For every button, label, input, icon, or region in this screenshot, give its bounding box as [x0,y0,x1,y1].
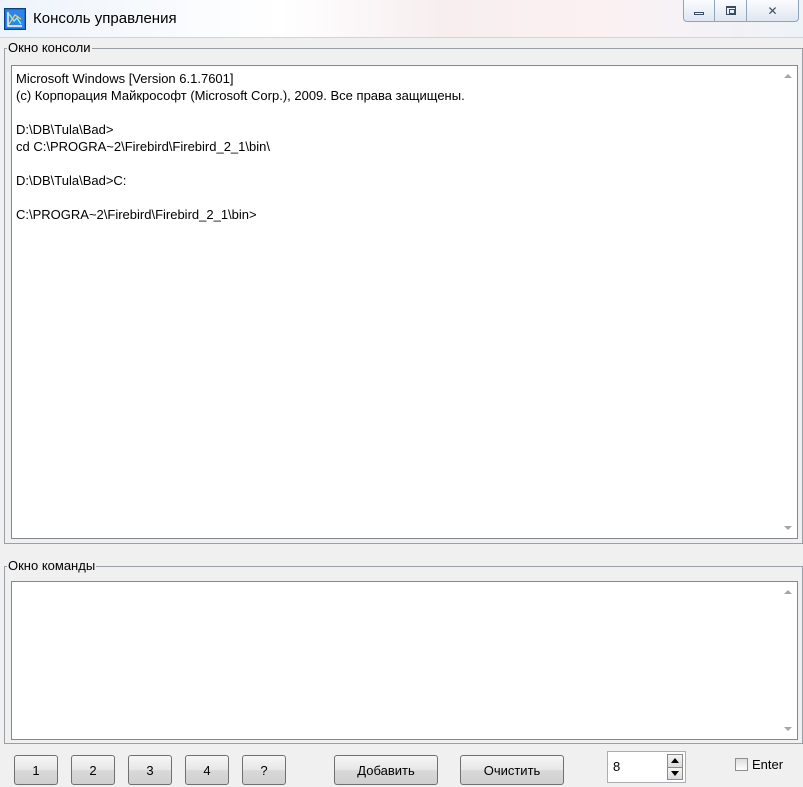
command-group-label: Окно команды [7,558,97,574]
console-output[interactable]: Microsoft Windows [Version 6.1.7601] (c)… [11,65,798,539]
count-spinner[interactable]: 8 [607,751,686,783]
scroll-down-icon[interactable] [784,727,792,731]
preset-button-3[interactable]: 3 [128,755,172,785]
enter-checkbox-wrap[interactable]: Enter [735,757,783,772]
command-input[interactable] [11,581,798,740]
minimize-button[interactable] [683,0,715,22]
preset-button-4[interactable]: 4 [185,755,229,785]
preset-button-1[interactable]: 1 [14,755,58,785]
console-group-label: Окно консоли [7,40,92,56]
app-chart-icon [4,8,26,30]
window-title: Консоль управления [33,10,177,27]
console-scrollbar[interactable] [780,66,797,538]
close-icon: ✕ [767,3,778,18]
add-button[interactable]: Добавить [334,755,438,785]
preset-button-2[interactable]: 2 [71,755,115,785]
spin-down-button[interactable] [667,767,683,780]
maximize-button[interactable] [715,0,747,22]
console-output-text: Microsoft Windows [Version 6.1.7601] (c)… [16,71,465,222]
clear-button[interactable]: Очистить [460,755,564,785]
scroll-down-icon[interactable] [784,526,792,530]
maximize-icon [725,6,736,15]
scroll-up-icon[interactable] [784,590,792,594]
help-button[interactable]: ? [242,755,286,785]
command-scrollbar[interactable] [780,582,797,739]
close-button[interactable]: ✕ [747,0,799,22]
enter-checkbox[interactable] [735,758,748,771]
minimize-icon [694,12,704,15]
spin-up-button[interactable] [667,754,683,768]
title-bar[interactable]: Консоль управления ✕ [0,0,803,38]
enter-checkbox-label[interactable]: Enter [752,757,783,772]
count-spinner-value[interactable]: 8 [613,759,620,774]
scroll-up-icon[interactable] [784,74,792,78]
spin-up-icon [671,758,679,764]
spin-down-icon [671,770,679,776]
